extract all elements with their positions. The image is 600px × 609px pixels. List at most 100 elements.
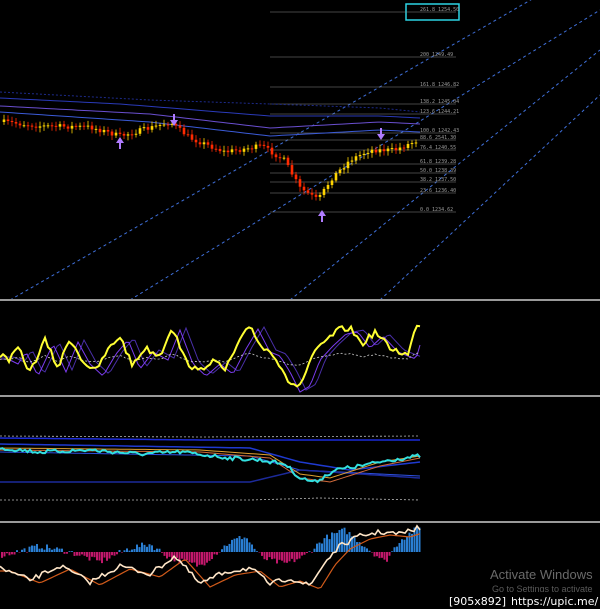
histogram-bar bbox=[43, 549, 46, 552]
histogram-bar bbox=[381, 552, 383, 558]
candle-body bbox=[206, 142, 210, 145]
histogram-bar bbox=[308, 551, 311, 552]
histogram-signal-line bbox=[0, 533, 421, 589]
signal-arrow bbox=[116, 137, 124, 143]
histogram-bar bbox=[243, 537, 246, 552]
candle-body bbox=[10, 120, 14, 123]
indicator-chart: 261.8 1254.50 200 1249.49 161.8 1246.82 138… bbox=[0, 0, 600, 609]
histogram-bar bbox=[391, 551, 393, 552]
histogram-bar bbox=[198, 552, 201, 565]
candle-body bbox=[326, 185, 330, 189]
histogram-bar bbox=[123, 550, 126, 552]
candle-body bbox=[50, 125, 54, 127]
candle-body bbox=[366, 152, 370, 154]
candle-body bbox=[138, 128, 142, 134]
histogram-bar bbox=[51, 549, 53, 552]
histogram-bar bbox=[83, 552, 86, 556]
histogram-bar bbox=[368, 550, 371, 552]
candle-body bbox=[178, 125, 182, 128]
histogram-bar bbox=[326, 534, 328, 552]
candle-body bbox=[46, 125, 50, 127]
histogram-bar bbox=[126, 548, 128, 552]
histogram-bar bbox=[78, 552, 81, 556]
histogram-bar bbox=[16, 550, 18, 552]
fib-level-label: 38.2 1237.50 bbox=[420, 177, 456, 183]
histogram-bar bbox=[303, 552, 306, 555]
histogram-bar bbox=[268, 552, 271, 558]
histogram-bar bbox=[296, 552, 298, 560]
fib-level-label: 0.0 1234.62 bbox=[420, 207, 453, 213]
histogram-bar bbox=[396, 546, 398, 552]
histogram-bar bbox=[151, 545, 153, 552]
histogram-bar bbox=[248, 542, 251, 552]
histogram-bar bbox=[403, 539, 406, 552]
histogram-bar bbox=[153, 550, 156, 552]
candle-body bbox=[246, 148, 250, 150]
watermark-title: Activate Windows bbox=[490, 567, 593, 582]
candle-body bbox=[358, 154, 362, 157]
histogram-bar bbox=[298, 552, 301, 559]
histogram-bar bbox=[46, 544, 48, 552]
histogram-bar bbox=[41, 548, 43, 552]
histogram-bar bbox=[193, 552, 196, 563]
histogram-bar bbox=[241, 539, 243, 552]
candle-body bbox=[398, 147, 402, 151]
histogram-bar bbox=[168, 552, 171, 557]
histogram-bar bbox=[331, 532, 333, 552]
histogram-bar bbox=[133, 548, 136, 552]
fib-level-label: 100.0 1242.43 bbox=[420, 128, 459, 134]
fib-level-label: 50.0 1238.39 bbox=[420, 168, 456, 174]
candle-body bbox=[278, 157, 282, 159]
candle-body bbox=[378, 149, 382, 153]
histogram-bar bbox=[73, 552, 76, 556]
candle-body bbox=[78, 125, 82, 127]
envelope-line bbox=[0, 97, 421, 119]
histogram-bar bbox=[31, 545, 33, 552]
candle-body bbox=[38, 126, 42, 128]
histogram-bar bbox=[273, 552, 276, 559]
histogram-bar bbox=[401, 539, 403, 552]
histogram-bar bbox=[261, 552, 263, 556]
histogram-bar bbox=[373, 552, 376, 557]
histogram-bar bbox=[103, 552, 106, 558]
histogram-bar bbox=[226, 545, 228, 552]
candle-body bbox=[250, 148, 254, 150]
histogram-bar bbox=[318, 542, 321, 552]
candle-body bbox=[210, 144, 214, 149]
candle-body bbox=[122, 133, 126, 136]
histogram-bar bbox=[311, 552, 313, 553]
histogram-bar bbox=[266, 552, 268, 561]
histogram-bar bbox=[258, 552, 261, 553]
histogram-bar bbox=[316, 543, 318, 552]
histogram-bar bbox=[158, 548, 161, 552]
histogram-bar bbox=[321, 543, 323, 552]
histogram-bar bbox=[66, 552, 68, 554]
signal-arrows bbox=[116, 114, 385, 222]
histogram-bar bbox=[71, 551, 73, 552]
price-panel: 261.8 1254.50 200 1249.49 161.8 1246.82 138… bbox=[0, 0, 600, 301]
candle-body bbox=[142, 127, 146, 129]
candle-body bbox=[254, 144, 258, 149]
histogram-bar bbox=[156, 548, 158, 552]
histogram-bar bbox=[23, 548, 26, 552]
histogram-bar bbox=[223, 545, 226, 552]
histogram-bar bbox=[118, 549, 121, 552]
histogram-bar bbox=[301, 552, 303, 556]
histogram-bar bbox=[376, 552, 378, 557]
candle-body bbox=[294, 174, 298, 180]
candle-body bbox=[394, 148, 398, 151]
histogram-bar bbox=[136, 544, 138, 552]
histogram-bar bbox=[386, 552, 388, 562]
candle-body bbox=[22, 125, 26, 127]
candle-body bbox=[102, 129, 106, 133]
fib-level-label: 200 1249.49 bbox=[420, 52, 453, 58]
histogram-bar bbox=[363, 546, 366, 552]
candle-body bbox=[54, 125, 58, 127]
candle-body bbox=[118, 132, 122, 134]
histogram-bar bbox=[141, 542, 143, 552]
candle-body bbox=[310, 192, 314, 195]
fib-level-label: 88.6 2541.30 bbox=[420, 135, 456, 141]
moving-average-line bbox=[0, 437, 420, 441]
histogram-bar bbox=[388, 552, 391, 556]
histogram-bar bbox=[271, 552, 273, 560]
